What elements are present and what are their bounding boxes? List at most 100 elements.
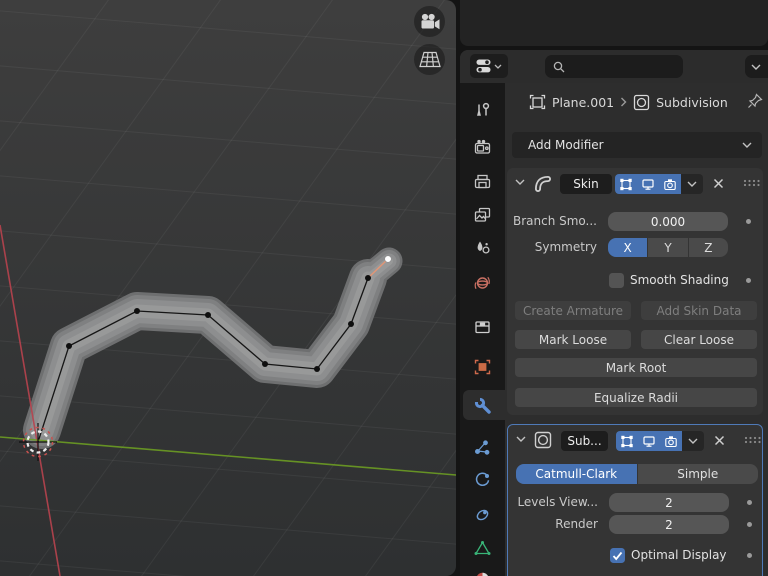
tab-tool[interactable] bbox=[460, 96, 505, 124]
add-modifier-label: Add Modifier bbox=[528, 138, 604, 152]
smooth-shading-checkbox[interactable] bbox=[609, 273, 624, 288]
selected-vertex[interactable] bbox=[384, 255, 392, 263]
symmetry-label: Symmetry bbox=[534, 240, 597, 254]
create-armature-button[interactable]: Create Armature bbox=[515, 301, 631, 320]
levels-render-label: Render bbox=[555, 517, 598, 531]
tab-physics[interactable] bbox=[460, 466, 505, 494]
tab-view-layer[interactable] bbox=[460, 201, 505, 229]
chevron-down-icon bbox=[688, 438, 698, 444]
tab-constraints[interactable] bbox=[460, 501, 505, 529]
tab-material[interactable] bbox=[460, 565, 505, 576]
drag-grip-icon[interactable] bbox=[743, 179, 761, 187]
catmull-clark-button[interactable]: Catmull-Clark bbox=[516, 464, 637, 484]
search-input[interactable] bbox=[571, 58, 675, 75]
skin-name-field[interactable]: Skin bbox=[560, 174, 612, 194]
object-icon bbox=[474, 359, 491, 375]
keyframe-decorator[interactable] bbox=[747, 522, 752, 527]
render-toggle[interactable] bbox=[659, 174, 681, 194]
display-options-button[interactable] bbox=[745, 55, 768, 78]
subdivision-name-field[interactable]: Sub... bbox=[561, 431, 608, 451]
mark-loose-button[interactable]: Mark Loose bbox=[515, 330, 631, 349]
edit-mode-toggle[interactable] bbox=[616, 431, 638, 451]
levels-viewport-label: Levels View... bbox=[517, 495, 598, 509]
keyframe-decorator[interactable] bbox=[746, 219, 751, 224]
properties-editor: Plane.001 Subdivision Add Modifier Skin … bbox=[460, 50, 768, 576]
tab-object[interactable] bbox=[460, 353, 505, 381]
outliner-editor bbox=[460, 0, 768, 46]
collection-box-icon bbox=[475, 321, 490, 334]
tab-world[interactable] bbox=[460, 269, 505, 297]
branch-smoothing-field[interactable]: 0.000 bbox=[608, 212, 728, 231]
edit-mode-toggle[interactable] bbox=[615, 174, 637, 194]
add-skin-data-button[interactable]: Add Skin Data bbox=[641, 301, 757, 320]
camera-icon bbox=[665, 435, 677, 447]
symmetry-buttons: X Y Z bbox=[608, 238, 728, 257]
tab-scene[interactable] bbox=[460, 234, 505, 262]
tab-collection[interactable] bbox=[460, 313, 505, 341]
edit-mode-icon bbox=[621, 435, 633, 447]
pin-button[interactable] bbox=[745, 91, 765, 111]
object-data-icon bbox=[474, 541, 491, 555]
material-icon bbox=[477, 572, 488, 576]
keyframe-decorator[interactable] bbox=[747, 553, 752, 558]
symmetry-z-button[interactable]: Z bbox=[688, 238, 728, 257]
levels-render-field[interactable]: 2 bbox=[609, 515, 729, 534]
editor-type-button[interactable] bbox=[470, 54, 508, 78]
3d-viewport[interactable] bbox=[0, 0, 456, 576]
properties-tab-rail bbox=[460, 83, 505, 576]
levels-viewport-field[interactable]: 2 bbox=[609, 493, 729, 512]
grid-toggle-gizmo[interactable] bbox=[414, 44, 445, 75]
camera-view-gizmo[interactable] bbox=[414, 6, 445, 37]
modifier-extras-dropdown[interactable] bbox=[682, 431, 704, 451]
remove-modifier-button[interactable] bbox=[711, 433, 727, 447]
edit-mode-icon bbox=[620, 178, 632, 190]
tab-modifiers[interactable] bbox=[460, 391, 505, 419]
subdivision-modifier-icon bbox=[633, 94, 650, 110]
tab-render[interactable] bbox=[460, 133, 505, 161]
add-modifier-button[interactable]: Add Modifier bbox=[512, 132, 762, 158]
tab-object-data[interactable] bbox=[460, 534, 505, 562]
breadcrumb-object[interactable]: Plane.001 bbox=[552, 95, 614, 110]
properties-editor-icon bbox=[476, 59, 491, 73]
modifiers-wrench-icon bbox=[473, 396, 491, 414]
chevron-down-icon bbox=[687, 181, 697, 187]
optimal-display-checkbox[interactable] bbox=[610, 548, 625, 563]
camera-icon bbox=[664, 178, 676, 190]
keyframe-decorator[interactable] bbox=[746, 278, 751, 283]
realtime-toggle[interactable] bbox=[638, 431, 660, 451]
tool-icon bbox=[477, 102, 490, 116]
output-printer-icon bbox=[474, 174, 491, 189]
pin-icon bbox=[748, 93, 763, 108]
skin-display-toggles bbox=[615, 174, 703, 194]
optimal-display-label: Optimal Display bbox=[631, 548, 727, 562]
collapse-chevron-icon[interactable] bbox=[516, 436, 526, 442]
tab-output[interactable] bbox=[460, 168, 505, 196]
search-box[interactable] bbox=[545, 55, 683, 78]
skin-panel-header[interactable]: Skin bbox=[507, 168, 763, 198]
simple-button[interactable]: Simple bbox=[637, 464, 758, 484]
view-layer-images-icon bbox=[474, 207, 491, 222]
chevron-right-icon bbox=[621, 97, 627, 107]
tab-particles[interactable] bbox=[460, 434, 505, 462]
search-icon bbox=[553, 61, 565, 72]
drag-grip-icon[interactable] bbox=[744, 436, 762, 444]
collapse-chevron-icon[interactable] bbox=[515, 179, 525, 185]
symmetry-y-button[interactable]: Y bbox=[648, 238, 688, 257]
symmetry-x-button[interactable]: X bbox=[608, 238, 648, 257]
clear-loose-button[interactable]: Clear Loose bbox=[641, 330, 757, 349]
check-icon bbox=[612, 551, 623, 560]
subdivision-panel-header[interactable]: Sub... bbox=[508, 425, 762, 455]
realtime-toggle[interactable] bbox=[637, 174, 659, 194]
blender-window: Plane.001 Subdivision Add Modifier Skin … bbox=[0, 0, 768, 576]
remove-modifier-button[interactable] bbox=[710, 176, 726, 190]
equalize-radii-button[interactable]: Equalize Radii bbox=[515, 388, 757, 407]
modifier-extras-dropdown[interactable] bbox=[681, 174, 703, 194]
scene-icon bbox=[477, 241, 490, 254]
particles-icon bbox=[475, 440, 490, 455]
breadcrumb-modifier[interactable]: Subdivision bbox=[656, 95, 728, 110]
mark-root-button[interactable]: Mark Root bbox=[515, 358, 757, 377]
keyframe-decorator[interactable] bbox=[747, 500, 752, 505]
render-toggle[interactable] bbox=[660, 431, 682, 451]
viewport-background bbox=[0, 0, 456, 576]
close-icon bbox=[713, 178, 723, 188]
